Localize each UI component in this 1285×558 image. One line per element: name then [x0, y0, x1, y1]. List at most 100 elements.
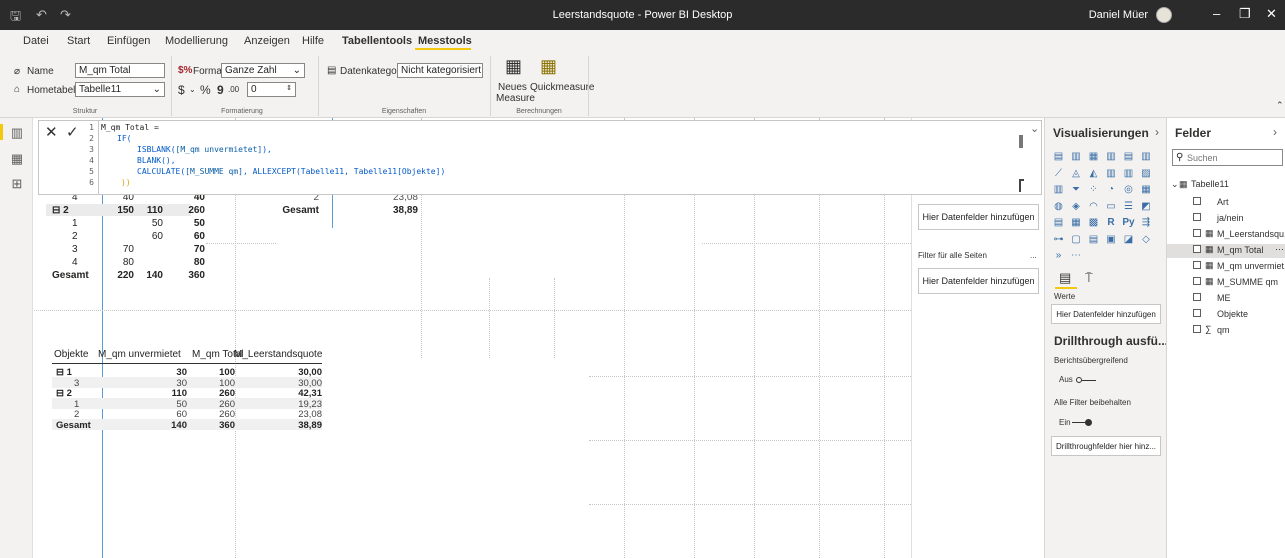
formula-line-6[interactable]: )) — [121, 178, 131, 187]
ellipsis-icon[interactable]: ⋯ — [1070, 249, 1083, 262]
fields-search-box[interactable]: ⚲ — [1172, 149, 1283, 166]
chevron-down-icon[interactable]: ⌄ — [1171, 179, 1179, 190]
donut-icon[interactable]: ◎ — [1122, 183, 1135, 196]
stacked-column-icon[interactable]: ▥ — [1070, 150, 1083, 163]
treemap-icon[interactable]: ▦ — [1140, 183, 1153, 196]
power-apps-icon[interactable]: ◪ — [1122, 233, 1135, 246]
add-fields-drop-zone[interactable]: Hier Datenfelder hinzufügen — [918, 268, 1039, 294]
menu-messtools[interactable]: Messtools — [418, 35, 472, 47]
formula-line-4[interactable]: BLANK(), — [137, 156, 176, 165]
clustered-column-icon[interactable]: ▥ — [1105, 150, 1118, 163]
menu-tabellentools[interactable]: Tabellentools — [342, 35, 412, 47]
scatter-icon[interactable]: ⁘ — [1087, 183, 1100, 196]
quickmeasure-icon[interactable]: ▦ — [540, 56, 557, 77]
decimals-stepper[interactable]: 0 ⇕ — [247, 82, 296, 97]
keep-filters-toggle[interactable] — [1072, 419, 1092, 426]
chevron-right-icon[interactable]: › — [1273, 125, 1277, 139]
table-node-tabelle11[interactable]: ⌄ ▦ Tabelle11 — [1167, 179, 1285, 193]
menu-datei[interactable]: Datei — [23, 35, 49, 47]
decomposition-tree-icon[interactable]: ⊶ — [1052, 233, 1065, 246]
avatar[interactable] — [1156, 7, 1172, 23]
menu-anzeigen[interactable]: Anzeigen — [244, 35, 290, 47]
field-item[interactable]: Objekte — [1167, 308, 1285, 322]
expand-formula-icon[interactable]: ⌄ — [1030, 122, 1039, 135]
report-view-icon[interactable]: ▥ — [9, 125, 25, 140]
data-category-select[interactable]: Nicht kategorisiert⌄ — [397, 63, 483, 78]
scrollbar-thumb[interactable] — [1019, 135, 1023, 148]
100-bar-icon[interactable]: ▤ — [1122, 150, 1135, 163]
field-item[interactable]: ME — [1167, 292, 1285, 306]
cancel-formula-button[interactable]: ✕ — [45, 123, 58, 141]
pie-chart-icon[interactable]: ◔ — [1105, 183, 1118, 196]
commit-formula-button[interactable]: ✓ — [66, 123, 79, 141]
ribbon-chart-icon[interactable]: ▨ — [1140, 167, 1153, 180]
line-stacked-icon[interactable]: ▥ — [1122, 167, 1135, 180]
field-checkbox[interactable] — [1193, 245, 1201, 253]
format-paint-icon[interactable]: ⍑ — [1085, 270, 1093, 286]
collapse-ribbon-icon[interactable]: ⌃ — [1276, 100, 1284, 111]
new-measure-icon[interactable]: ▦ — [505, 56, 522, 77]
restore-button[interactable]: ❐ — [1239, 6, 1251, 22]
python-visual-icon[interactable]: Py — [1122, 216, 1135, 229]
menu-einfuegen[interactable]: Einfügen — [107, 35, 150, 47]
formula-line-1[interactable]: M_qm Total = — [101, 123, 159, 132]
matrix-column-header[interactable]: M_Leerstandsquote — [234, 349, 322, 360]
kpi-icon[interactable]: ◩ — [1140, 200, 1153, 213]
paginated-report-icon[interactable]: ▣ — [1105, 233, 1118, 246]
smart-narrative-icon[interactable]: ▤ — [1087, 233, 1100, 246]
fields-well-icon[interactable]: ▤ — [1059, 270, 1071, 286]
drillthrough-drop-zone[interactable]: Drillthroughfelder hier hinz... — [1051, 436, 1161, 456]
qa-icon[interactable]: ▢ — [1070, 233, 1083, 246]
card-icon[interactable]: ▭ — [1105, 200, 1118, 213]
new-measure-label-2[interactable]: Measure — [496, 93, 535, 104]
minimize-button[interactable]: – — [1213, 6, 1220, 21]
gauge-icon[interactable]: ◠ — [1087, 200, 1100, 213]
map-icon[interactable]: ◍ — [1052, 200, 1065, 213]
field-checkbox[interactable] — [1193, 229, 1201, 237]
clustered-bar-icon[interactable]: ▦ — [1087, 150, 1100, 163]
filled-map-icon[interactable]: ◈ — [1070, 200, 1083, 213]
quickmeasure-button[interactable]: Quickmeasure — [530, 82, 594, 93]
user-name[interactable]: Daniel Müer — [1089, 9, 1148, 21]
more-visuals-icon[interactable]: » — [1052, 249, 1065, 262]
matrix-icon[interactable]: ▩ — [1087, 216, 1100, 229]
new-measure-label-1[interactable]: Neues — [498, 82, 527, 93]
field-checkbox[interactable] — [1193, 197, 1201, 205]
stacked-bar-icon[interactable]: ▤ — [1052, 150, 1065, 163]
formula-line-2[interactable]: IF( — [117, 134, 131, 143]
field-item[interactable]: ja/nein — [1167, 212, 1285, 226]
name-input[interactable]: M_qm Total — [75, 63, 165, 78]
menu-modellierung[interactable]: Modellierung — [165, 35, 228, 47]
field-checkbox[interactable] — [1193, 277, 1201, 285]
model-view-icon[interactable]: ⊞ — [9, 176, 25, 191]
close-button[interactable]: ✕ — [1266, 6, 1277, 22]
formula-bar[interactable]: ✕ ✓ 1 2 3 4 5 6 M_qm Total = IF( ISBLANK… — [38, 120, 1042, 195]
field-item[interactable]: ▦ M_qm Total ⋯ — [1167, 244, 1285, 258]
decimals-icon[interactable]: .00 — [228, 85, 239, 94]
field-checkbox[interactable] — [1193, 293, 1201, 301]
slicer-icon[interactable]: ▤ — [1052, 216, 1065, 229]
matrix-row-label[interactable]: ⊟ 2 — [52, 205, 69, 216]
search-input[interactable] — [1187, 151, 1279, 164]
line-column-icon[interactable]: ▥ — [1105, 167, 1118, 180]
field-item[interactable]: ∑ qm — [1167, 324, 1285, 338]
field-checkbox[interactable] — [1193, 325, 1201, 333]
power-automate-icon[interactable]: ◇ — [1140, 233, 1153, 246]
menu-hilfe[interactable]: Hilfe — [302, 35, 324, 47]
waterfall-icon[interactable]: ▥ — [1052, 183, 1065, 196]
field-item[interactable]: ▦ M_SUMME qm — [1167, 276, 1285, 290]
field-checkbox[interactable] — [1193, 309, 1201, 317]
area-chart-icon[interactable]: ◬ — [1070, 167, 1083, 180]
chevron-right-icon[interactable]: › — [1155, 125, 1159, 139]
currency-button[interactable]: $ — [178, 83, 185, 97]
key-influencers-icon[interactable]: ⇶ — [1140, 216, 1153, 229]
more-options-icon[interactable]: ⋯ — [1275, 244, 1284, 255]
formula-line-3[interactable]: ISBLANK([M_qm unvermietet]), — [137, 145, 272, 154]
stacked-area-icon[interactable]: ◭ — [1087, 167, 1100, 180]
r-visual-icon[interactable]: R — [1105, 216, 1118, 229]
field-checkbox[interactable] — [1193, 213, 1201, 221]
thousands-separator-button[interactable]: 9 — [217, 83, 224, 97]
multirow-card-icon[interactable]: ☰ — [1122, 200, 1135, 213]
home-table-select[interactable]: Tabelle11 ⌄ — [75, 82, 165, 97]
stepper-arrows-icon[interactable]: ⇕ — [286, 84, 292, 92]
